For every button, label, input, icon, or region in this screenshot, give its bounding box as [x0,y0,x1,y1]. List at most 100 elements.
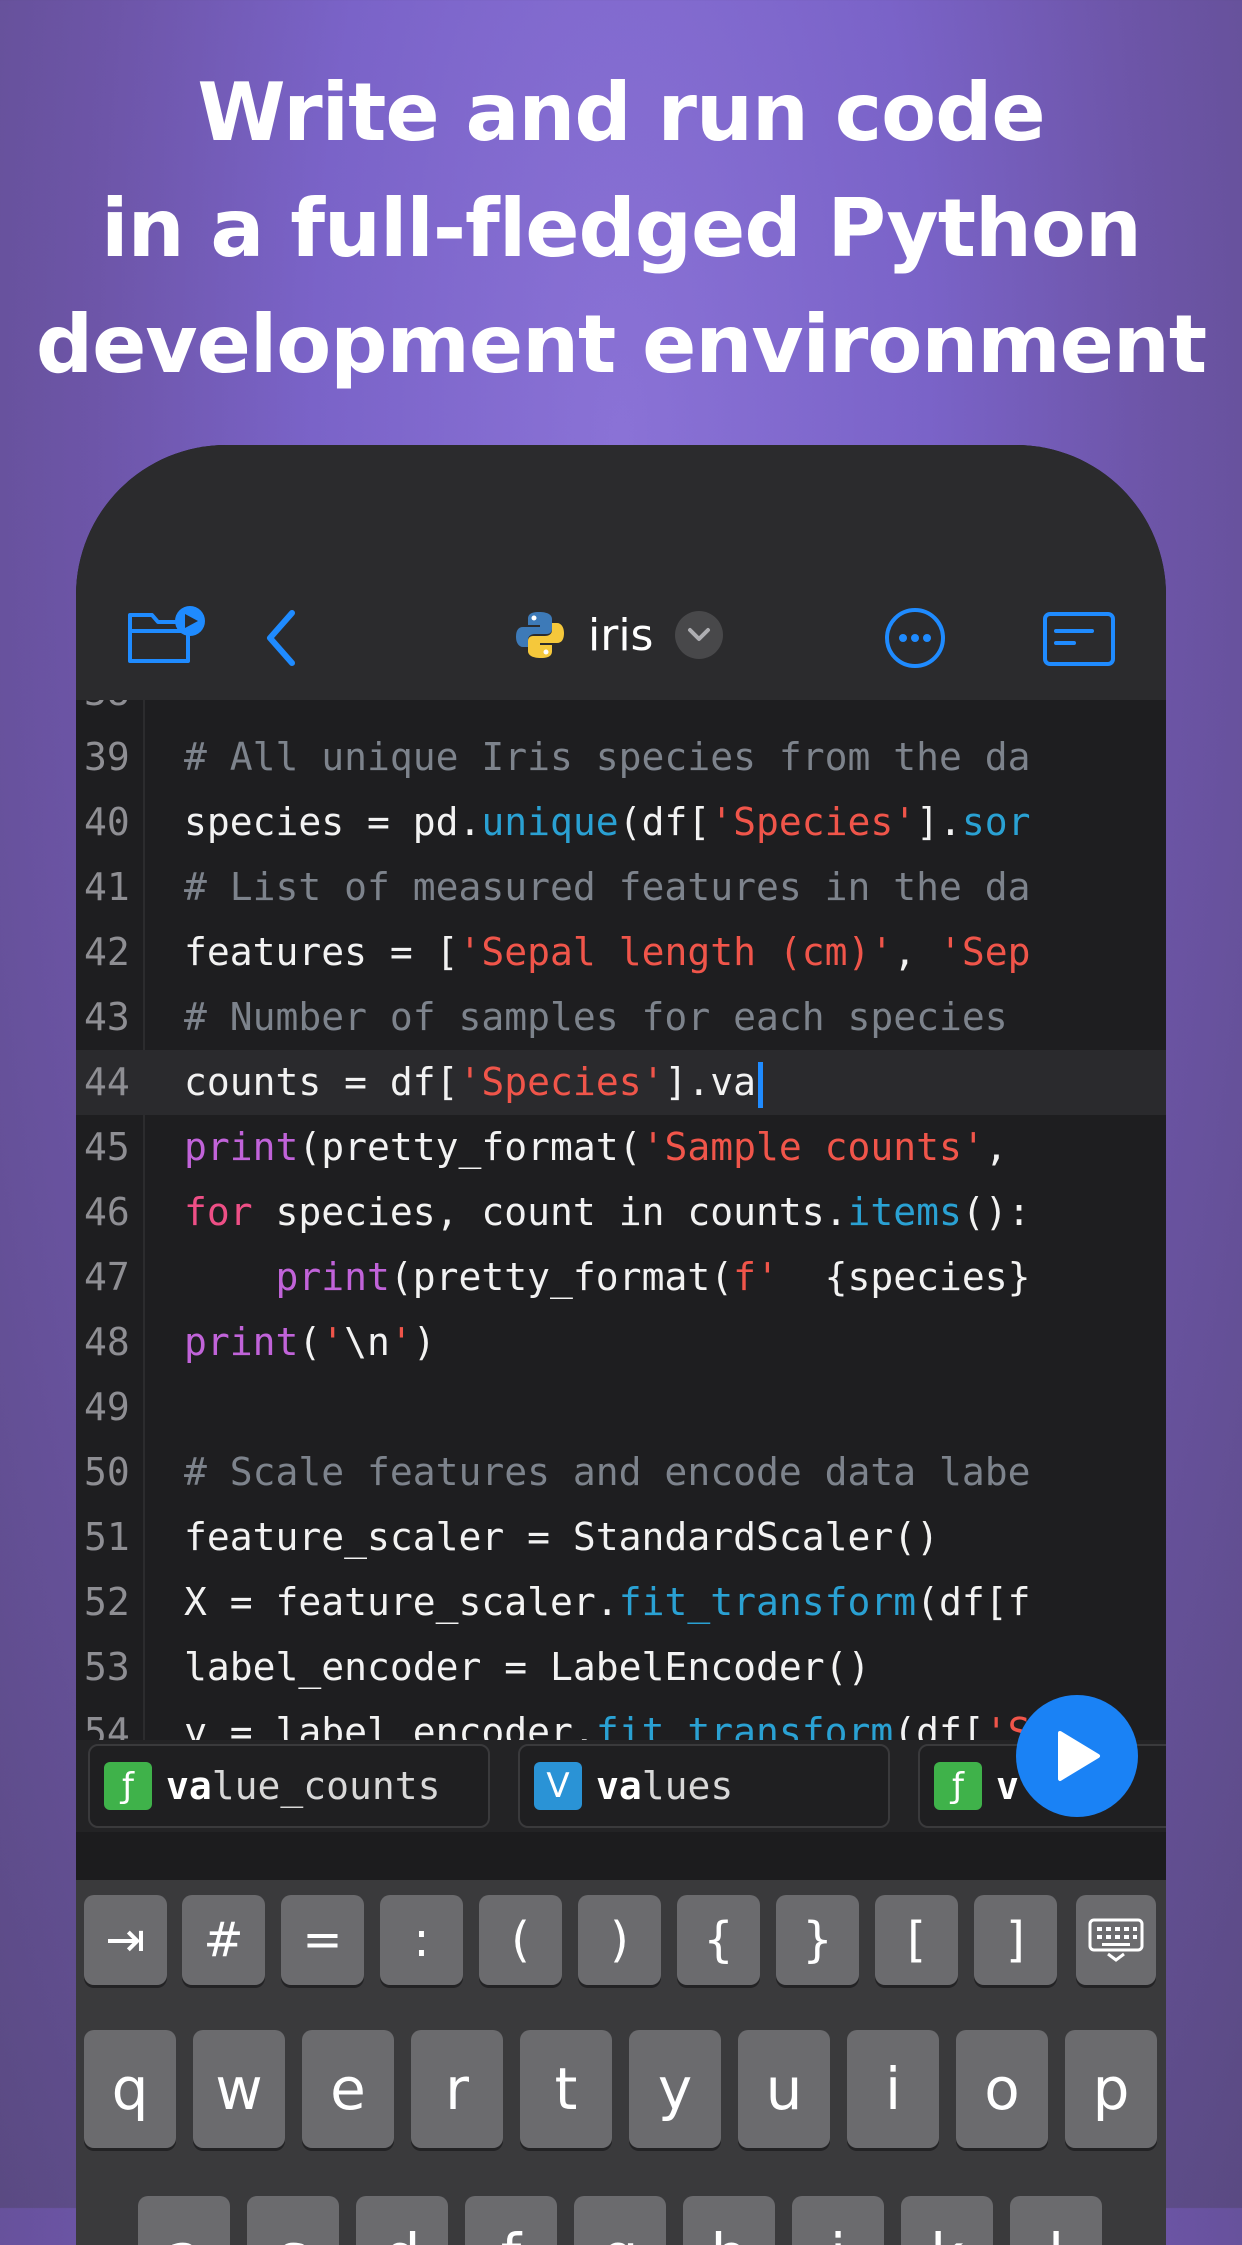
letter-key[interactable]: u [738,2030,830,2148]
code-line[interactable]: 51 feature_scaler = StandardScaler() [76,1505,1166,1570]
code-token: # Scale features and encode data labe [184,1450,1031,1494]
code-text: feature_scaler = StandardScaler() [184,1505,939,1570]
code-text: counts = df['Species'].va [184,1050,763,1115]
code-token: , [984,1125,1031,1169]
folder-run-icon[interactable] [126,605,208,667]
symbol-key[interactable]: # [182,1895,265,1985]
code-token: ( [298,1320,322,1364]
symbol-key[interactable]: } [776,1895,859,1985]
code-line[interactable]: 52 X = feature_scaler.fit_transform(df[f [76,1570,1166,1635]
symbol-key[interactable]: : [380,1895,463,1985]
letter-key[interactable]: h [683,2196,775,2245]
letter-key[interactable]: o [956,2030,1048,2148]
letter-key[interactable]: k [901,2196,993,2245]
code-token: {species} [778,1255,1031,1299]
headline-line-1: Write and run code [197,66,1045,159]
symbol-key[interactable]: { [677,1895,760,1985]
code-token: features = [ [184,930,459,974]
code-line[interactable]: 48 print('\n') [76,1310,1166,1375]
code-line[interactable]: 50 # Scale features and encode data labe [76,1440,1166,1505]
letter-key[interactable]: d [356,2196,448,2245]
code-token: 'Sep [939,930,1031,974]
code-line[interactable]: 40 species = pd.unique(df['Species'].sor [76,790,1166,855]
line-number: 45 [84,1125,130,1169]
code-text: print(pretty_format('Sample counts', [184,1115,1031,1180]
code-token: ]. [916,800,962,844]
code-token: # List of measured features in the da [184,865,1031,909]
code-line[interactable]: 41 # List of measured features in the da [76,855,1166,920]
chevron-down-icon[interactable] [675,611,724,659]
code-line[interactable]: 45 print(pretty_format('Sample counts', [76,1115,1166,1180]
letter-key[interactable]: l [1010,2196,1102,2245]
code-text: # List of measured features in the da [184,855,1030,920]
letter-key[interactable]: e [302,2030,394,2148]
code-line[interactable]: 38 [76,700,1166,725]
code-token: feature_scaler = StandardScaler() [184,1515,939,1559]
headline-line-3: development environment [35,298,1207,391]
line-number: 41 [84,865,130,909]
more-icon[interactable] [884,607,946,669]
code-text: label_encoder = LabelEncoder() [184,1635,870,1700]
code-token: print [184,1125,299,1169]
suggestion-value-counts[interactable]: ƒ va lue_counts [88,1744,490,1828]
code-token: unique [481,800,619,844]
letter-key[interactable]: y [629,2030,721,2148]
code-text: print('\n') [184,1310,436,1375]
letter-key[interactable]: j [792,2196,884,2245]
code-line[interactable]: 44 counts = df['Species'].va [76,1050,1166,1115]
symbol-key[interactable]: ( [479,1895,562,1985]
code-token: , [893,930,939,974]
letter-key[interactable]: w [193,2030,285,2148]
code-token: ' [389,1320,413,1364]
code-token: fit_transform [618,1580,917,1624]
letter-key[interactable]: i [847,2030,939,2148]
code-line[interactable]: 47 print(pretty_format(f' {species} [76,1245,1166,1310]
code-text: X = feature_scaler.fit_transform(df[f [184,1570,1031,1635]
symbol-key[interactable]: = [281,1895,364,1985]
code-token: # All unique Iris species from the da [184,735,1031,779]
letter-key[interactable]: q [84,2030,176,2148]
letter-key[interactable]: g [574,2196,666,2245]
code-text: species = pd.unique(df['Species'].sor [184,790,1031,855]
keyboard-dismiss-icon[interactable] [1076,1895,1156,1985]
code-token: items [847,1190,962,1234]
symbol-key[interactable]: ] [974,1895,1057,1985]
code-text: features = ['Sepal length (cm)', 'Sep [184,920,1031,985]
code-line[interactable]: 49 [76,1375,1166,1440]
line-number: 49 [84,1385,130,1429]
tab-key[interactable]: ⇥ [84,1895,167,1985]
variable-badge-icon: V [534,1762,582,1810]
code-line[interactable]: 53 label_encoder = LabelEncoder() [76,1635,1166,1700]
document-title-control[interactable]: iris [514,607,724,663]
suggestion-values[interactable]: V va lues [518,1744,890,1828]
suggestion-prefix: va [166,1764,212,1808]
code-text: print(pretty_format(f' {species} [184,1245,1031,1310]
code-line[interactable]: 43 # Number of samples for each species [76,985,1166,1050]
letter-key[interactable]: a [138,2196,230,2245]
text-cursor [757,1061,763,1108]
symbol-key[interactable]: ) [578,1895,661,1985]
code-token: (pretty_format( [298,1125,642,1169]
line-number: 51 [84,1515,130,1559]
letter-key[interactable]: t [520,2030,612,2148]
console-icon[interactable] [1042,611,1116,667]
line-number: 42 [84,930,130,974]
code-text: # Scale features and encode data labe [184,1440,1030,1505]
code-token: 'Sepal length (cm)' [458,930,894,974]
symbol-key[interactable]: [ [875,1895,958,1985]
code-line[interactable]: 46 for species, count in counts.items(): [76,1180,1166,1245]
code-token: print [184,1320,299,1364]
letter-key[interactable]: f [465,2196,557,2245]
back-chevron-icon[interactable] [262,609,302,667]
line-number: 40 [84,800,130,844]
code-line[interactable]: 42 features = ['Sepal length (cm)', 'Sep [76,920,1166,985]
code-token: 'Sample counts' [641,1125,985,1169]
code-token: ].va [664,1060,756,1104]
letter-key[interactable]: s [247,2196,339,2245]
run-button[interactable] [1016,1695,1138,1817]
code-line[interactable]: 39 # All unique Iris species from the da [76,725,1166,790]
line-number: 47 [84,1255,130,1299]
code-editor[interactable]: 38 39 # All unique Iris species from the d… [76,700,1166,1800]
letter-key[interactable]: r [411,2030,503,2148]
letter-key[interactable]: p [1065,2030,1157,2148]
